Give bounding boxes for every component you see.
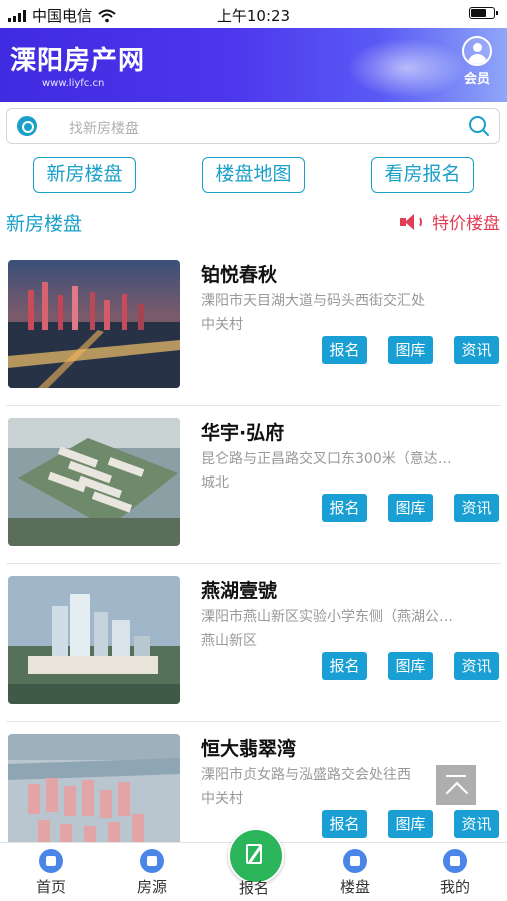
- listing-area: 城北: [201, 475, 229, 491]
- listings-icon: [140, 849, 164, 873]
- news-button[interactable]: 资讯: [454, 336, 499, 364]
- user-icon: [462, 36, 492, 66]
- status-bar: 中国电信 上午10:23: [0, 0, 507, 28]
- listing-item[interactable]: 华宇·弘府 昆仑路与正昌路交叉口东300米（意达… 城北 报名 图库 资讯: [0, 406, 507, 564]
- tab-properties-label: 楼盘: [339, 878, 370, 896]
- tab-listings[interactable]: 房源: [122, 849, 182, 897]
- special-offers-link[interactable]: 特价楼盘: [400, 209, 500, 234]
- tab-mine-label: 我的: [439, 878, 470, 896]
- listing-image[interactable]: [8, 260, 180, 388]
- listing-image[interactable]: [8, 576, 180, 704]
- home-icon: [39, 849, 63, 873]
- section-title-new-homes: 新房楼盘: [6, 213, 83, 235]
- signup-button[interactable]: 报名: [322, 494, 367, 522]
- tab-mine[interactable]: 我的: [425, 849, 485, 897]
- gallery-button[interactable]: 图库: [388, 494, 433, 522]
- gallery-button[interactable]: 图库: [388, 652, 433, 680]
- listing-item[interactable]: 燕湖壹號 溧阳市燕山新区实验小学东侧（燕湖公… 燕山新区 报名 图库 资讯: [0, 564, 507, 722]
- listing-address: 昆仑路与正昌路交叉口东300米（意达…: [201, 451, 452, 467]
- listing-name[interactable]: 燕湖壹號: [201, 576, 277, 603]
- gallery-button[interactable]: 图库: [388, 336, 433, 364]
- site-title: 溧阳房产网: [10, 46, 146, 76]
- listing-address: 溧阳市天目湖大道与码头西街交汇处: [201, 293, 425, 309]
- status-time: 上午10:23: [216, 7, 291, 25]
- tab-home-label: 首页: [35, 878, 66, 896]
- tab-home[interactable]: 首页: [21, 849, 81, 897]
- battery-level: [471, 9, 486, 17]
- new-homes-button[interactable]: 新房楼盘: [33, 157, 136, 193]
- profile-icon: [443, 849, 467, 873]
- search-input[interactable]: 找新房楼盘: [69, 118, 139, 138]
- app-header: 溧阳房产网 www.liyfc.cn 会员: [0, 28, 507, 102]
- site-url: www.liyfc.cn: [42, 78, 105, 89]
- listing-name[interactable]: 恒大翡翠湾: [201, 734, 296, 761]
- property-map-button[interactable]: 楼盘地图: [202, 157, 305, 193]
- viewing-signup-button[interactable]: 看房报名: [371, 157, 474, 193]
- listing-area: 中关村: [201, 317, 243, 333]
- signup-button[interactable]: 报名: [322, 652, 367, 680]
- search-bar[interactable]: 找新房楼盘: [6, 108, 500, 144]
- battery-icon: [469, 7, 498, 19]
- news-button[interactable]: 资讯: [454, 494, 499, 522]
- tab-signup[interactable]: [228, 828, 284, 884]
- listing-item[interactable]: 铂悦春秋 溧阳市天目湖大道与码头西街交汇处 中关村 报名 图库 资讯: [0, 248, 507, 406]
- listing-name[interactable]: 华宇·弘府: [201, 418, 284, 445]
- tab-signup-label: 报名: [238, 879, 269, 897]
- header-cloud-decoration: [347, 38, 467, 98]
- listing-image[interactable]: [8, 418, 180, 546]
- signup-button[interactable]: 报名: [322, 810, 367, 838]
- search-icon[interactable]: [469, 116, 489, 136]
- back-to-top-button[interactable]: [436, 765, 476, 805]
- member-button[interactable]: 会员: [457, 36, 497, 87]
- building-icon: [343, 849, 367, 873]
- news-button[interactable]: 资讯: [454, 810, 499, 838]
- signup-button[interactable]: 报名: [322, 336, 367, 364]
- news-button[interactable]: 资讯: [454, 652, 499, 680]
- tab-properties[interactable]: 楼盘: [325, 849, 385, 897]
- special-offers-label: 特价楼盘: [432, 214, 500, 234]
- listing-area: 中关村: [201, 791, 243, 807]
- speaker-icon: [400, 212, 426, 232]
- listing-area: 燕山新区: [201, 633, 257, 649]
- search-logo-icon: [17, 116, 37, 136]
- edit-icon: [246, 844, 262, 864]
- tab-listings-label: 房源: [136, 878, 167, 896]
- member-label: 会员: [463, 72, 490, 87]
- gallery-button[interactable]: 图库: [388, 810, 433, 838]
- listing-address: 溧阳市燕山新区实验小学东侧（燕湖公…: [201, 609, 453, 625]
- listing-name[interactable]: 铂悦春秋: [201, 260, 277, 287]
